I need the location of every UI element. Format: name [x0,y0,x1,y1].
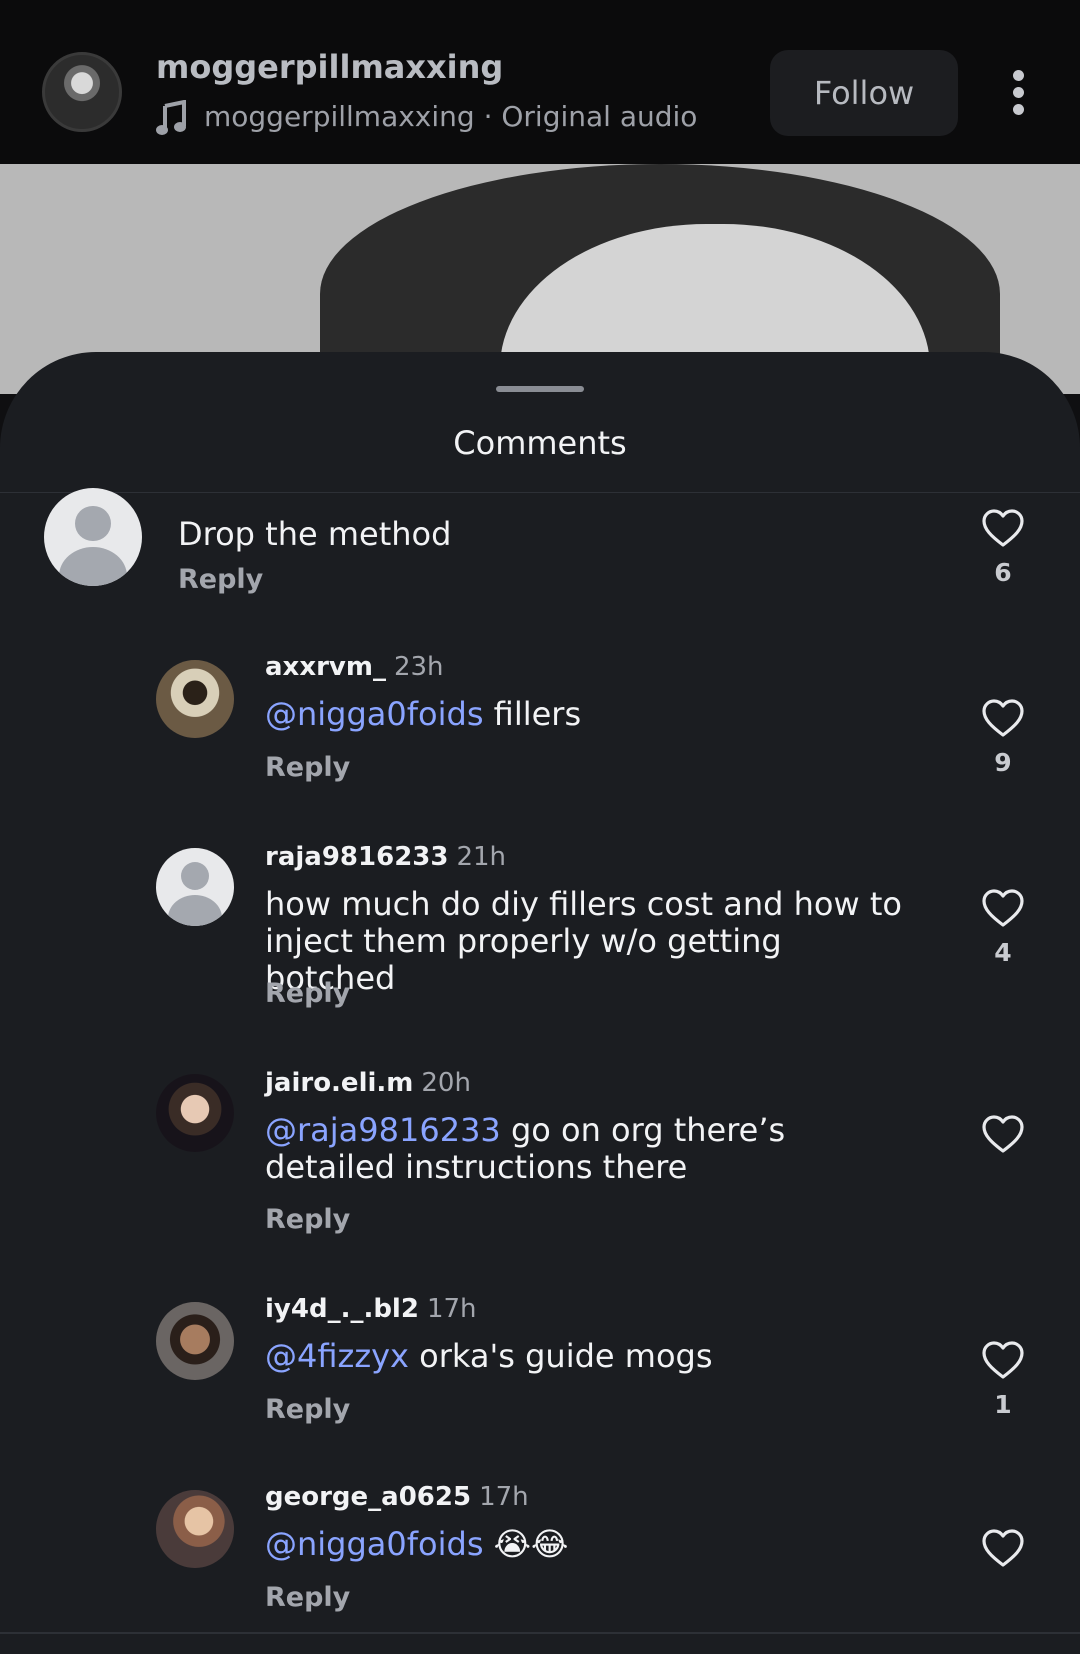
audio-label[interactable]: moggerpillmaxxing · Original audio [204,100,697,133]
like-button[interactable]: 9 [980,698,1026,777]
heart-outline-icon [982,509,1024,547]
comment-text: @nigga0foids fillers [265,695,582,733]
comment-time: 21h [456,842,507,872]
comments-sheet: Comments Drop the method Reply 6 axxrvm_… [0,352,1080,1654]
heart-outline-icon [982,1529,1024,1567]
avatar[interactable] [156,1490,234,1568]
heart-outline-icon [982,1115,1024,1153]
like-button[interactable]: 1 [980,1340,1026,1419]
comment-header: jairo.eli.m 20h [265,1068,471,1098]
follow-button[interactable]: Follow [770,50,958,136]
avatar[interactable] [156,1302,234,1380]
like-button[interactable]: 6 [980,508,1026,587]
comment-time: 20h [421,1068,471,1098]
mention-link[interactable]: @raja9816233 [265,1111,501,1149]
sheet-title: Comments [453,424,627,462]
heart-outline-icon [982,699,1024,737]
reply-button[interactable]: Reply [265,1204,350,1235]
comment-text: @4fizzyx orka's guide mogs [265,1337,713,1375]
bottom-divider [0,1632,1080,1634]
reply-button[interactable]: Reply [265,752,350,783]
author-username[interactable]: moggerpillmaxxing [156,48,503,86]
like-button[interactable]: 4 [980,888,1026,967]
reel-header: moggerpillmaxxing moggerpillmaxxing · Or… [0,0,1080,164]
like-count: 4 [994,938,1012,967]
comment-header: raja9816233 21h [265,842,506,872]
heart-outline-icon [982,889,1024,927]
like-button[interactable] [980,1528,1026,1568]
like-count: 9 [994,748,1012,777]
comment-header: george_a0625 17h [265,1482,529,1512]
comment-header: axxrvm_ 23h [265,652,444,682]
reply-button[interactable]: Reply [178,564,263,595]
reply-button[interactable]: Reply [265,1582,350,1613]
comment-text: how much do diy fillers cost and how to … [265,885,902,997]
reply-button[interactable]: Reply [265,978,350,1009]
avatar[interactable] [156,848,234,926]
avatar[interactable] [156,660,234,738]
comment-text: @raja9816233 go on org there’s detailed … [265,1111,786,1186]
more-vertical-icon[interactable] [1008,70,1028,116]
author-avatar[interactable] [42,52,122,132]
mention-link[interactable]: @4fizzyx [265,1337,409,1375]
comment-username[interactable]: raja9816233 [265,842,448,872]
comment-username[interactable]: axxrvm_ [265,652,386,682]
comment-text: @nigga0foids 😭😂 [265,1525,569,1563]
music-note-icon [156,100,186,135]
comment-text: Drop the method [178,515,452,553]
comment-time: 17h [426,1294,477,1324]
comment-username[interactable]: george_a0625 [265,1482,471,1512]
comment-username[interactable]: jairo.eli.m [265,1068,413,1098]
comment-time: 17h [479,1482,529,1512]
mention-link[interactable]: @nigga0foids [265,695,483,733]
comment-time: 23h [393,652,444,682]
sheet-drag-handle[interactable] [496,386,584,392]
like-count: 1 [994,1390,1012,1419]
reply-button[interactable]: Reply [265,1394,350,1425]
mention-link[interactable]: @nigga0foids [265,1525,483,1563]
avatar[interactable] [156,1074,234,1152]
avatar[interactable] [44,488,142,586]
comment-username[interactable]: iy4d_._.bl2 [265,1294,419,1324]
heart-outline-icon [982,1341,1024,1379]
like-count: 6 [994,558,1012,587]
sheet-divider [0,492,1080,493]
comment-header: iy4d_._.bl2 17h [265,1294,477,1324]
like-button[interactable] [980,1114,1026,1154]
